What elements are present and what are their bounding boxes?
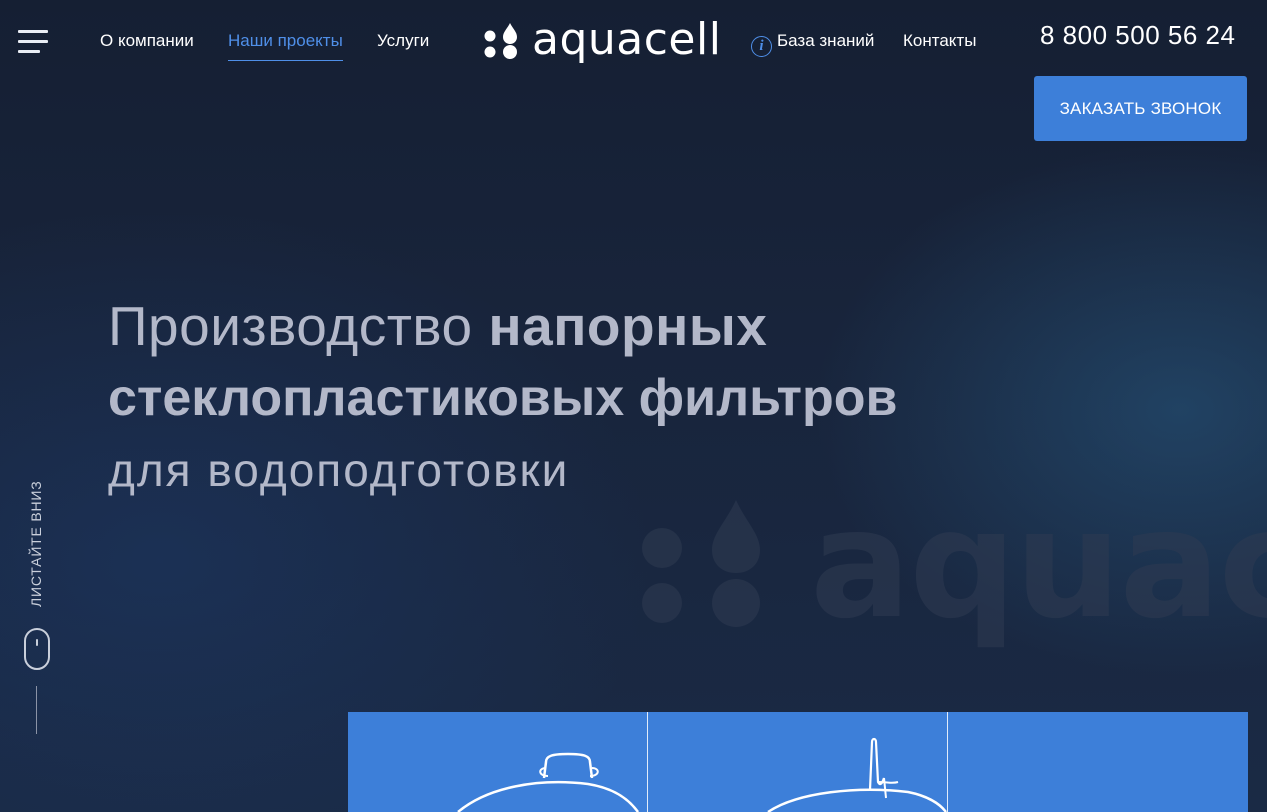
- logo-text: aquacell: [532, 14, 722, 65]
- hero-line-1-bold: напорных: [488, 295, 768, 357]
- hero-heading: Производство напорных стеклопластиковых …: [108, 290, 898, 506]
- hero-line-1-light: Производство: [108, 295, 489, 357]
- nav-contacts[interactable]: Контакты: [903, 31, 976, 51]
- nav-about-company[interactable]: О компании: [100, 31, 194, 51]
- nav-our-projects[interactable]: Наши проекты: [228, 31, 343, 61]
- mouse-scroll-icon[interactable]: [24, 628, 50, 670]
- hero-line-3: для водоподготовки: [108, 444, 570, 496]
- droplets-watermark-icon: [642, 500, 760, 627]
- knowledge-base-label: База знаний: [777, 31, 875, 50]
- hamburger-menu-icon[interactable]: [18, 30, 48, 54]
- product-card-2[interactable]: [648, 712, 948, 812]
- filter-tank-icon: [457, 752, 640, 812]
- filter-valve-icon: [767, 737, 947, 812]
- info-icon: i: [751, 36, 772, 57]
- scroll-down-label: ЛИСТАЙТЕ ВНИЗ: [28, 480, 44, 607]
- droplets-logo-icon: [484, 23, 517, 59]
- logo-watermark: aquac: [640, 490, 1267, 670]
- product-card-1[interactable]: [348, 712, 648, 812]
- phone-number[interactable]: 8 800 500 56 24: [1040, 20, 1235, 51]
- aquacell-logo[interactable]: aquacell: [484, 16, 729, 68]
- watermark-text: aquac: [810, 478, 1267, 652]
- hero-line-1: Производство напорных: [108, 290, 898, 362]
- order-callback-button[interactable]: ЗАКАЗАТЬ ЗВОНОК: [1034, 76, 1247, 141]
- scroll-indicator-line: [36, 686, 37, 734]
- product-card-3[interactable]: [948, 712, 1248, 812]
- product-panel: [348, 712, 1248, 812]
- hero-line-2: стеклопластиковых фильтров: [108, 369, 898, 427]
- nav-knowledge-base[interactable]: i База знаний: [751, 31, 874, 57]
- nav-services[interactable]: Услуги: [377, 31, 429, 51]
